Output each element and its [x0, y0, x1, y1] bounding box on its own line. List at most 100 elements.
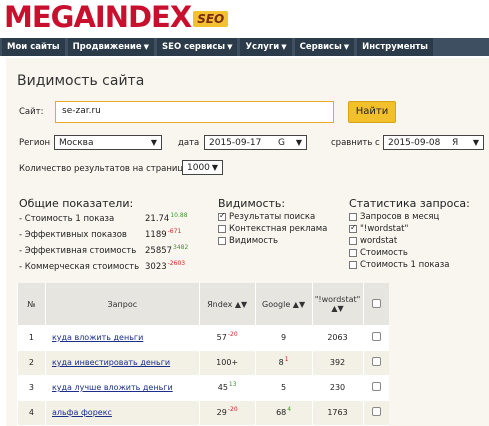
sort-arrows-icon[interactable]: ▲▼: [331, 304, 343, 313]
compare-label: сравнить с: [331, 138, 380, 148]
row-select[interactable]: [362, 325, 389, 351]
col-wordstat-label: "!wordstat": [314, 295, 361, 304]
table-row: 3 куда лучше вложить деньги 4513 5 230: [17, 375, 389, 401]
checkbox[interactable]: [349, 261, 357, 269]
option-label: Стоимость 1 показа: [360, 260, 450, 270]
query-link[interactable]: куда лучше вложить деньги: [52, 383, 173, 392]
nav-label: Продвижение: [72, 42, 142, 52]
row-select[interactable]: [362, 350, 389, 376]
row-wordstat: 1763: [311, 400, 364, 426]
query-link[interactable]: альфа форекс: [52, 408, 112, 417]
yandex-position: 57: [216, 332, 227, 342]
google-delta: 4: [287, 406, 292, 413]
dropdown-arrow-icon: ▼: [211, 163, 218, 172]
yandex-delta: 13: [228, 381, 237, 388]
col-google[interactable]: Google ▲▼: [254, 283, 313, 325]
dropdown-arrow-icon: ▼: [472, 138, 479, 147]
visibility-title: Видимость:: [218, 197, 286, 210]
row-checkbox[interactable]: [371, 331, 381, 341]
yandex-position: 29: [216, 408, 227, 417]
row-checkbox[interactable]: [371, 382, 381, 391]
row-checkbox[interactable]: [371, 357, 381, 366]
yandex-position: 45: [217, 383, 228, 392]
query-stat-option[interactable]: Стоимость: [349, 248, 408, 258]
visibility-option-visibility[interactable]: Видимость: [218, 236, 278, 246]
row-wordstat: 230: [311, 375, 364, 401]
nav-seo-services[interactable]: SEO сервисы ▼: [157, 38, 238, 56]
col-select-all[interactable]: [362, 283, 389, 325]
results-per-page-select[interactable]: 1000 ▼: [182, 160, 223, 175]
visibility-option-search[interactable]: Результаты поиска: [218, 211, 316, 222]
checkbox[interactable]: [349, 249, 357, 257]
checkbox[interactable]: [218, 237, 226, 245]
results-per-page-value: 1000: [187, 163, 210, 173]
option-label: Контекстная реклама: [229, 224, 328, 234]
find-button[interactable]: Найти: [348, 101, 396, 123]
row-num: 3: [17, 375, 46, 401]
row-query: куда лучше вложить деньги: [44, 375, 200, 401]
row-checkbox[interactable]: [371, 407, 381, 416]
row-google: 9: [254, 325, 313, 351]
checkbox[interactable]: [349, 213, 357, 221]
row-yandex: 29-20: [198, 400, 256, 426]
query-link[interactable]: куда вложить деньги: [52, 333, 143, 342]
metric-value: 21.7410.88: [145, 212, 188, 224]
metric-label: - Эффективных показов: [19, 230, 127, 240]
row-wordstat: 2063: [311, 325, 364, 351]
nav-tools-services[interactable]: Сервисы ▼: [294, 38, 355, 56]
main-nav: Мои сайты Продвижение ▼ SEO сервисы ▼ Услу…: [0, 38, 489, 56]
checkbox[interactable]: [349, 223, 357, 233]
yandex-delta: -20: [227, 330, 238, 338]
results-table: № Запрос Яndex ▲▼ Google ▲▼ "!wordstat" ▲…: [17, 283, 389, 426]
caret-down-icon: ▼: [343, 43, 350, 51]
search-engine-g-icon: G: [278, 138, 285, 148]
row-num: 2: [17, 350, 46, 376]
site-input[interactable]: se-zar.ru: [55, 101, 334, 123]
region-label: Регион: [19, 138, 51, 148]
row-select[interactable]: [362, 400, 389, 426]
nav-my-sites[interactable]: Мои сайты: [2, 38, 65, 56]
sort-arrows-icon[interactable]: ▲▼: [235, 300, 247, 309]
query-link[interactable]: куда инвестировать деньги: [52, 358, 170, 367]
nav-label: Сервисы: [299, 42, 342, 52]
nav-services[interactable]: Услуги ▼: [240, 38, 292, 56]
megaindex-logo[interactable]: MEGAINDEX SEO: [4, 2, 229, 32]
checkbox[interactable]: [218, 225, 226, 233]
col-google-label: Google: [262, 299, 291, 309]
query-stat-option[interactable]: "!wordstat": [349, 223, 409, 234]
table-row: 1 куда вложить деньги 57-20 9 2063: [17, 325, 389, 351]
col-wordstat[interactable]: "!wordstat" ▲▼: [311, 283, 364, 325]
option-label: Результаты поиска: [229, 212, 316, 222]
option-label: "!wordstat": [360, 224, 409, 234]
checkbox[interactable]: [218, 211, 226, 221]
metric-delta: -671: [167, 228, 182, 235]
query-stat-option[interactable]: wordstat: [349, 236, 397, 246]
row-query: куда вложить деньги: [44, 325, 200, 351]
nav-promotion[interactable]: Продвижение ▼: [67, 38, 155, 56]
query-stat-option[interactable]: Запросов в месяц: [349, 212, 439, 222]
row-num: 1: [17, 325, 46, 351]
region-select[interactable]: Москва ▼: [54, 135, 162, 150]
nav-label: Мои сайты: [7, 42, 60, 52]
query-stat-option[interactable]: Стоимость 1 показа: [349, 260, 450, 270]
nav-label: SEO сервисы: [162, 42, 226, 52]
date-select[interactable]: 2015-09-17 G ▼: [204, 135, 307, 150]
checkbox[interactable]: [349, 237, 357, 245]
col-query[interactable]: Запрос: [44, 283, 200, 325]
google-position: 5: [281, 383, 287, 392]
sort-arrows-icon[interactable]: ▲▼: [293, 300, 305, 309]
nav-instruments[interactable]: Инструменты: [357, 38, 433, 56]
compare-date-select[interactable]: 2015-09-08 Я ▼: [383, 135, 484, 150]
date-value: 2015-09-17: [209, 138, 262, 148]
yandex-position: 100+: [216, 358, 239, 367]
visibility-option-context[interactable]: Контекстная реклама: [218, 224, 327, 234]
col-yandex[interactable]: Яndex ▲▼: [198, 283, 256, 325]
row-select[interactable]: [362, 375, 389, 401]
metric-number: 21.74: [145, 214, 170, 224]
metric-label: - Стоимость 1 показа: [19, 214, 115, 224]
row-google: 5: [254, 375, 313, 401]
select-all-checkbox[interactable]: [371, 298, 381, 308]
row-google: 81: [254, 350, 313, 376]
google-position: 8: [278, 358, 284, 367]
nav-label: Инструменты: [362, 42, 428, 52]
